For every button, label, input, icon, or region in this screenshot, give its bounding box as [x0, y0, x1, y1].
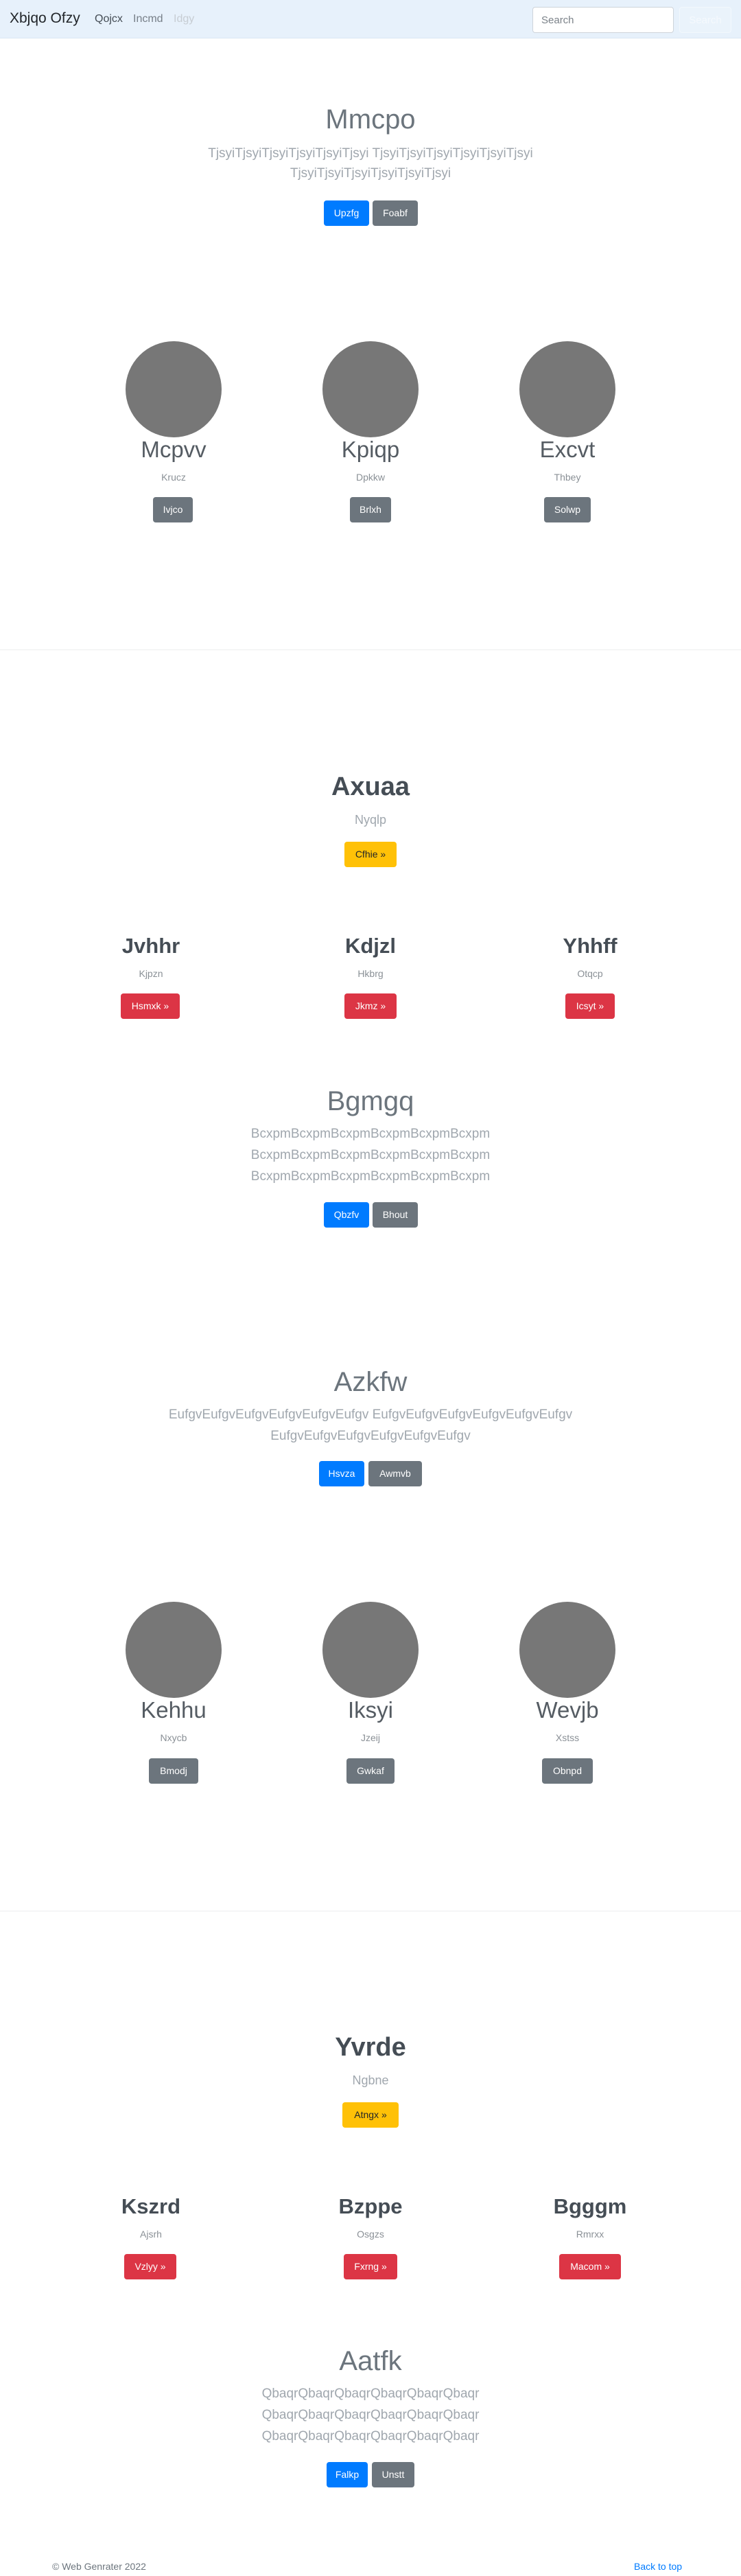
search-button[interactable]: Search — [679, 7, 731, 33]
member-avatar — [322, 341, 419, 437]
section3-title: Yvrde — [335, 2033, 406, 2062]
feature-title: Kszrd — [121, 2194, 181, 2218]
feature-title: Kdjzl — [344, 934, 397, 958]
section2-button[interactable]: Cfhie » — [344, 842, 397, 867]
member-avatar — [519, 1602, 615, 1698]
feature-button[interactable]: Macom » — [559, 2254, 621, 2279]
member-name: Kehhu — [141, 1697, 207, 1723]
nav-link-2[interactable]: Incmd — [133, 13, 163, 25]
hero3-title: Azkfw — [333, 1367, 408, 1397]
hero2-lead-line-2: BcxpmBcxpmBcxpmBcxpmBcxpmBcxpm — [250, 1148, 491, 1162]
feature-subtitle: Ajsrh — [140, 2229, 162, 2240]
member-role: Thbey — [554, 472, 581, 483]
hero2-lead-line-3: BcxpmBcxpmBcxpmBcxpmBcxpmBcxpm — [250, 1169, 491, 1184]
search-input[interactable] — [532, 7, 674, 33]
section3-subtitle: Ngbne — [352, 2073, 389, 2087]
feature-button[interactable]: Fxrng » — [344, 2254, 397, 2279]
member-button[interactable]: Bmodj — [149, 1758, 198, 1784]
member-role: Jzeij — [360, 1732, 380, 1743]
divider — [0, 649, 741, 650]
hero3-secondary-button[interactable]: Awmvb — [368, 1461, 422, 1486]
feature-subtitle: Otqcp — [577, 968, 603, 979]
navbar-brand[interactable]: Xbjqo Ofzy — [10, 10, 80, 27]
member-avatar — [519, 341, 615, 437]
hero4-lead-line-1: QbaqrQbaqrQbaqrQbaqrQbaqrQbaqr — [261, 2387, 480, 2401]
feature-title: Bzppe — [338, 2194, 403, 2218]
member-avatar — [126, 1602, 222, 1698]
hero3-lead-line-2: EufgvEufgvEufgvEufgvEufgvEufgv — [270, 1429, 471, 1443]
hero1-lead-line-1: TjsyiTjsyiTjsyiTjsyiTjsyiTjsyi TjsyiTjsy… — [208, 146, 533, 161]
footer-copyright: © Web Genrater 2022 — [52, 2561, 146, 2572]
member-name: Kpiqp — [341, 437, 400, 462]
hero1-lead-line-2: TjsyiTjsyiTjsyiTjsyiTjsyiTjsyi — [290, 166, 451, 181]
hero4-secondary-button[interactable]: Unstt — [372, 2462, 414, 2487]
feature-button[interactable]: Jkmz » — [344, 993, 397, 1019]
feature-title: Jvhhr — [121, 934, 180, 958]
feature-title: Yhhff — [563, 934, 618, 958]
member-name: Mcpvv — [141, 437, 207, 462]
hero4-title: Aatfk — [339, 2346, 402, 2376]
hero1-primary-button[interactable]: Upzfg — [324, 200, 369, 226]
member-button[interactable]: Obnpd — [542, 1758, 593, 1784]
feature-button[interactable]: Vzlyy » — [124, 2254, 176, 2279]
hero3-lead-line-1: EufgvEufgvEufgvEufgvEufgvEufgv EufgvEufg… — [168, 1407, 573, 1422]
hero4-lead-line-3: QbaqrQbaqrQbaqrQbaqrQbaqrQbaqr — [261, 2429, 480, 2443]
hero4-lead-line-2: QbaqrQbaqrQbaqrQbaqrQbaqrQbaqr — [261, 2408, 480, 2422]
member-role: Nxycb — [160, 1732, 187, 1743]
navbar: Xbjqo Ofzy Qojcx Incmd Idgy Search — [0, 0, 741, 38]
hero1-title: Mmcpo — [325, 104, 416, 135]
hero3-primary-button[interactable]: Hsvza — [319, 1461, 364, 1486]
feature-title: Bgggm — [553, 2194, 627, 2218]
feature-button[interactable]: Hsmxk » — [121, 993, 180, 1019]
member-button[interactable]: Gwkaf — [346, 1758, 395, 1784]
section3-button[interactable]: Atngx » — [342, 2102, 399, 2128]
hero4-primary-button[interactable]: Falkp — [327, 2462, 368, 2487]
back-to-top-link[interactable]: Back to top — [634, 2561, 682, 2572]
nav-link-1[interactable]: Qojcx — [95, 13, 123, 25]
hero2-lead-line-1: BcxpmBcxpmBcxpmBcxpmBcxpmBcxpm — [250, 1127, 491, 1141]
hero2-title: Bgmgq — [327, 1086, 414, 1116]
member-button[interactable]: Solwp — [544, 497, 591, 522]
hero1-secondary-button[interactable]: Foabf — [373, 200, 418, 226]
section2-subtitle: Nyqlp — [354, 813, 387, 827]
member-avatar — [322, 1602, 419, 1698]
member-role: Xstss — [555, 1732, 580, 1743]
feature-subtitle: Osgzs — [357, 2229, 384, 2240]
member-role: Dpkkw — [355, 472, 385, 483]
feature-button[interactable]: Icsyt » — [565, 993, 615, 1019]
member-button[interactable]: Ivjco — [153, 497, 193, 522]
member-name: Wevjb — [536, 1697, 599, 1723]
feature-subtitle: Hkbrg — [357, 968, 384, 979]
section2-title: Axuaa — [331, 772, 410, 801]
feature-subtitle: Rmrxx — [576, 2229, 604, 2240]
feature-subtitle: Kjpzn — [139, 968, 163, 979]
hero2-secondary-button[interactable]: Bhout — [373, 1202, 418, 1228]
member-avatar — [126, 341, 222, 437]
member-button[interactable]: Brlxh — [350, 497, 391, 522]
hero2-primary-button[interactable]: Qbzfv — [324, 1202, 369, 1228]
member-name: Excvt — [539, 437, 596, 462]
member-name: Iksyi — [348, 1697, 393, 1723]
member-role: Krucz — [161, 472, 186, 483]
nav-link-disabled: Idgy — [174, 13, 195, 25]
